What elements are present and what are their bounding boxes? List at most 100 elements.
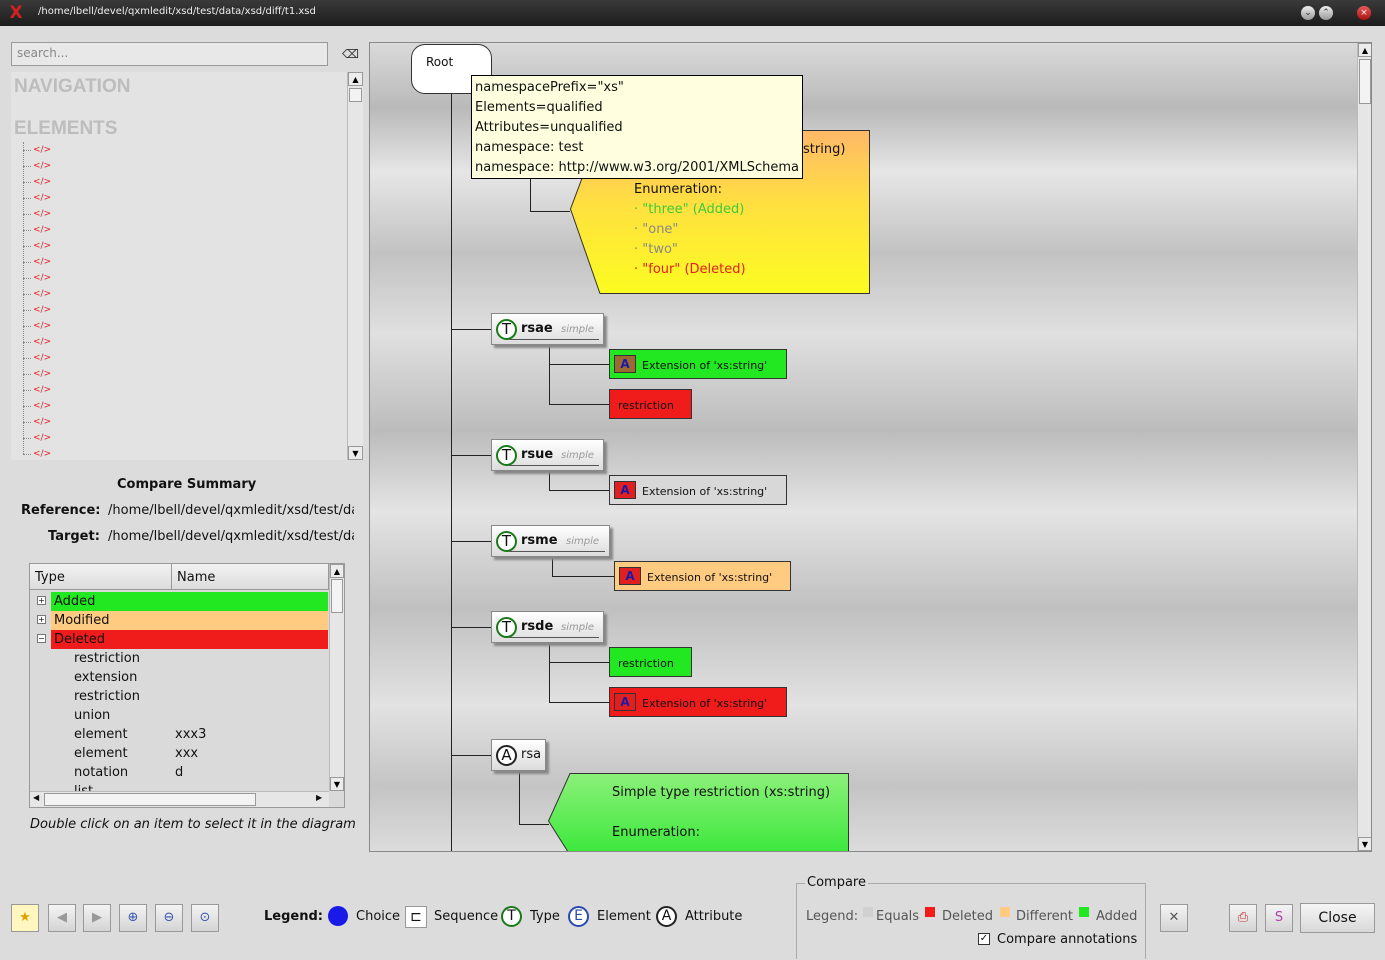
scroll-down-icon[interactable]: ▼	[330, 777, 344, 791]
attribute-icon: A	[496, 745, 517, 766]
element-tree-item[interactable]: </>	[21, 270, 51, 286]
element-tree-item[interactable]: </>	[21, 366, 51, 382]
element-tree-item[interactable]: </>	[21, 174, 51, 190]
connector	[530, 211, 570, 212]
nav-scrollbar[interactable]: ▲ ▼	[347, 72, 363, 460]
type-node-rsue[interactable]: T rsue simple	[491, 439, 604, 471]
schema-diagram[interactable]: Root string) Enumeration: · "three" (Add…	[369, 42, 1372, 852]
attribute-node-rsa[interactable]: A rsa	[491, 739, 546, 771]
sequence-icon: ⊏	[405, 906, 427, 928]
row-name: xxx3	[175, 727, 207, 742]
column-header-name[interactable]: Name	[172, 564, 329, 590]
equals-swatch	[863, 907, 873, 917]
element-tree-item[interactable]: </>	[21, 430, 51, 446]
connector	[451, 455, 491, 456]
scroll-right-icon[interactable]: ▶	[316, 793, 322, 802]
element-tree-item[interactable]: </>	[21, 222, 51, 238]
scroll-down-icon[interactable]: ▼	[348, 446, 363, 460]
compare-annotations-checkbox[interactable]: ✓	[978, 933, 990, 945]
zoom-reset-icon[interactable]: ⊙	[191, 904, 219, 932]
zoom-out-icon[interactable]: ⊖	[155, 904, 183, 932]
scroll-up-icon[interactable]: ▲	[348, 72, 363, 86]
element-tree-item[interactable]: </>	[21, 382, 51, 398]
table-row[interactable]: restriction	[30, 649, 328, 668]
extension-box-deleted[interactable]: A Extension of 'xs:string'	[609, 687, 787, 717]
zoom-in-icon[interactable]: ⊕	[119, 904, 147, 932]
element-tree-item[interactable]: </>	[21, 414, 51, 430]
title-bar: X /home/lbell/devel/qxmledit/xsd/test/da…	[0, 0, 1385, 26]
expand-toggle-icon[interactable]: +	[37, 615, 46, 624]
scroll-thumb[interactable]	[1359, 59, 1371, 104]
element-tree-item[interactable]: </>	[21, 206, 51, 222]
extension-box-added[interactable]: A Extension of 'xs:string'	[609, 349, 787, 379]
scroll-up-icon[interactable]: ▲	[1358, 43, 1371, 57]
element-tree-item[interactable]: </>	[21, 334, 51, 350]
type-node-rsme[interactable]: T rsme simple	[491, 525, 610, 557]
table-hscrollbar[interactable]: ◀ ▶	[30, 791, 329, 807]
favorite-star-icon[interactable]: ★	[11, 904, 39, 932]
extension-box-modified[interactable]: A Extension of 'xs:string'	[614, 561, 791, 591]
restriction-box-deleted[interactable]: restriction	[609, 389, 692, 419]
column-header-type[interactable]: Type	[30, 564, 172, 590]
box-label: Extension of 'xs:string'	[642, 485, 768, 498]
element-tree-item[interactable]: </>	[21, 158, 51, 174]
deleted-swatch	[925, 907, 935, 917]
compare-annotations-label: Compare annotations	[997, 932, 1138, 947]
diagram-scrollbar[interactable]: ▲ ▼	[1357, 43, 1371, 851]
type-node-rsae[interactable]: T rsae simple	[491, 313, 604, 345]
clear-search-icon[interactable]: ⌫	[342, 46, 359, 62]
scroll-down-icon[interactable]: ▼	[1358, 837, 1371, 851]
element-tree-item[interactable]: </>	[21, 398, 51, 414]
reference-value: /home/lbell/devel/qxmledit/xsd/test/data…	[108, 503, 354, 518]
compare-group-label: Deleted	[51, 630, 328, 649]
minimize-icon[interactable]: ⌄	[1301, 6, 1315, 20]
element-tree-item[interactable]: </>	[21, 286, 51, 302]
element-tree-item[interactable]: </>	[21, 190, 51, 206]
table-row[interactable]: restriction	[30, 687, 328, 706]
export-pdf-icon[interactable]: ⎙	[1229, 904, 1257, 932]
scroll-thumb[interactable]	[331, 579, 343, 613]
element-tree-item[interactable]: </>	[21, 302, 51, 318]
table-row[interactable]: element xxx3	[30, 725, 328, 744]
table-row[interactable]: element xxx	[30, 744, 328, 763]
element-tree-item[interactable]: </>	[21, 238, 51, 254]
search-input[interactable]: search...	[11, 42, 328, 66]
navigation-panel: NAVIGATION ELEMENTS </> </> </> </> </> </> </…	[11, 72, 347, 460]
compare-settings-icon[interactable]: ✕	[1160, 904, 1188, 932]
restriction-box-added[interactable]: restriction	[609, 647, 692, 677]
connector	[549, 364, 609, 365]
element-tree-item[interactable]: </>	[21, 318, 51, 334]
type-kind: simple	[561, 324, 595, 335]
close-button[interactable]: Close	[1300, 903, 1375, 933]
type-node-rsde[interactable]: T rsde simple	[491, 611, 604, 643]
underline	[509, 339, 599, 340]
window-close-icon[interactable]: ×	[1357, 6, 1371, 20]
scroll-thumb[interactable]	[44, 793, 256, 806]
maximize-icon[interactable]: ⌃	[1319, 6, 1333, 20]
table-row[interactable]: notation d	[30, 763, 328, 782]
export-svg-icon[interactable]: S	[1265, 904, 1293, 932]
table-row[interactable]: extension	[30, 668, 328, 687]
navigation-header: NAVIGATION	[14, 76, 131, 97]
scroll-left-icon[interactable]: ◀	[33, 793, 39, 802]
back-arrow-icon[interactable]: ◀	[48, 904, 76, 932]
element-tree-item[interactable]: </>	[21, 254, 51, 270]
scroll-thumb[interactable]	[349, 88, 362, 102]
connector	[549, 490, 609, 491]
connector	[549, 345, 550, 404]
type-icon: T	[501, 906, 522, 927]
element-tree-item[interactable]: </>	[21, 142, 51, 158]
element-tree-item[interactable]: </>	[21, 350, 51, 366]
expand-toggle-icon[interactable]: +	[37, 596, 46, 605]
table-vscrollbar[interactable]: ▲ ▼	[329, 564, 344, 791]
forward-arrow-icon[interactable]: ▶	[83, 904, 111, 932]
scroll-up-icon[interactable]: ▲	[330, 564, 344, 578]
compare-legend-label: Legend:	[806, 909, 859, 924]
legend-different: Different	[1016, 909, 1073, 924]
expand-toggle-icon[interactable]: −	[37, 634, 46, 643]
extension-box-equal[interactable]: A Extension of 'xs:string'	[609, 475, 787, 505]
row-type: extension	[74, 670, 138, 685]
element-tree-item[interactable]: </>	[21, 446, 51, 460]
type-icon: T	[496, 319, 517, 340]
table-row[interactable]: union	[30, 706, 328, 725]
